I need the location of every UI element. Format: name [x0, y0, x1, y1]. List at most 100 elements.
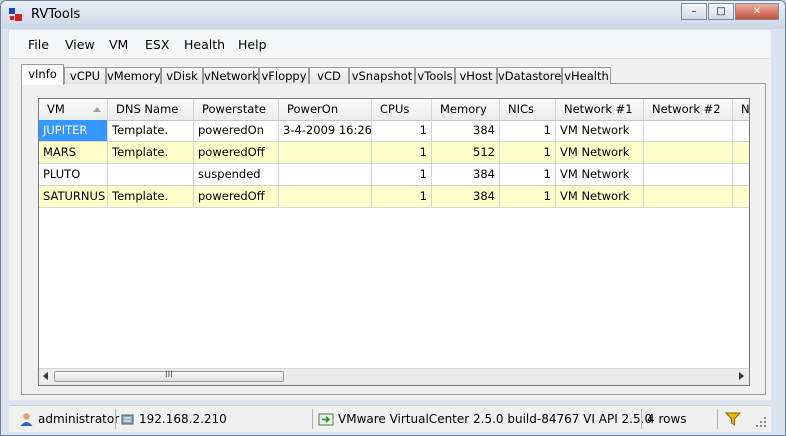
close-icon: ✕: [752, 5, 762, 17]
cell-dns-name[interactable]: Template.: [108, 186, 194, 208]
status-user: administrator: [19, 409, 119, 429]
column-header-network-2[interactable]: Network #2: [644, 99, 733, 120]
cell-powerstate[interactable]: poweredOff: [194, 186, 279, 208]
cell-network-3[interactable]: [733, 164, 749, 186]
tab-vcpu[interactable]: vCPU: [64, 67, 106, 84]
status-row-count: 4 rows: [647, 412, 687, 426]
cell-dns-name[interactable]: [108, 164, 194, 186]
server-icon: [121, 414, 134, 425]
cell-nics[interactable]: 1: [500, 164, 556, 186]
cell-powerstate[interactable]: suspended: [194, 164, 279, 186]
cell-network-2[interactable]: [644, 164, 733, 186]
vinfo-grid[interactable]: VM DNS Name Powerstate PowerOn CPUs Memo…: [38, 98, 750, 386]
tab-vnetwork[interactable]: vNetwork: [203, 67, 259, 84]
table-row[interactable]: JUPITERTemplate.poweredOn3-4-2009 16:26:…: [39, 120, 749, 142]
tab-vfloppy[interactable]: vFloppy: [259, 67, 309, 84]
table-row[interactable]: SATURNUS Template. poweredOff 1 384 1 VM Netwo…: [39, 186, 749, 208]
column-header-vm[interactable]: VM: [39, 99, 108, 120]
menu-bar: File View VM ESX Health Help: [9, 30, 769, 59]
title-bar[interactable]: RVTools – □ ✕: [1, 1, 785, 29]
filter-icon[interactable]: [725, 411, 741, 427]
cell-nics[interactable]: 1: [500, 142, 556, 164]
tab-vdatastore[interactable]: vDatastore: [497, 67, 562, 84]
minimize-button[interactable]: –: [681, 3, 707, 20]
cell-nics[interactable]: 1: [500, 120, 556, 142]
cell-cpus[interactable]: 1: [372, 120, 432, 142]
cell-network-1[interactable]: VM Network: [556, 142, 644, 164]
column-header-network-1[interactable]: Network #1: [556, 99, 644, 120]
column-header-powerstate[interactable]: Powerstate: [194, 99, 279, 120]
status-divider: [641, 409, 642, 429]
status-server: VMware VirtualCenter 2.5.0 build-84767 V…: [318, 409, 652, 429]
menu-esx[interactable]: ESX: [145, 37, 169, 52]
tab-vsnapshot[interactable]: vSnapshot: [349, 67, 415, 84]
status-host: 192.168.2.210: [120, 409, 227, 429]
cell-network-1[interactable]: VM Network: [556, 120, 644, 142]
cell-powerstate[interactable]: poweredOn: [194, 120, 279, 142]
tab-vhost[interactable]: vHost: [455, 67, 497, 84]
table-row[interactable]: MARS Template. poweredOff 1 512 1 VM Network: [39, 142, 749, 164]
scroll-right-icon[interactable]: [739, 372, 744, 380]
column-header-poweron[interactable]: PowerOn: [279, 99, 372, 120]
cell-network-2[interactable]: [644, 142, 733, 164]
client-area: File View VM ESX Health Help vInfo vCPU …: [9, 30, 771, 400]
scrollbar-thumb[interactable]: III: [54, 370, 284, 382]
maximize-button[interactable]: □: [708, 3, 734, 20]
cell-memory[interactable]: 512: [432, 142, 500, 164]
menu-health[interactable]: Health: [184, 37, 225, 52]
column-header-dns-name[interactable]: DNS Name: [108, 99, 194, 120]
cell-poweron[interactable]: [279, 142, 372, 164]
tab-vinfo[interactable]: vInfo: [21, 64, 64, 85]
close-button[interactable]: ✕: [735, 3, 779, 20]
resize-grip-icon[interactable]: [755, 416, 767, 428]
status-divider: [312, 409, 313, 429]
column-header-network-3[interactable]: Ne: [733, 99, 749, 120]
tab-vtools[interactable]: vTools: [415, 67, 455, 84]
cell-network-1[interactable]: VM Network: [556, 186, 644, 208]
cell-poweron[interactable]: [279, 186, 372, 208]
tab-vhealth[interactable]: vHealth: [562, 67, 611, 84]
cell-network-3[interactable]: [733, 142, 749, 164]
cell-vm[interactable]: SATURNUS: [39, 186, 108, 208]
sort-ascending-icon: [93, 107, 101, 112]
scrollbar-grip: III: [165, 370, 173, 380]
cell-cpus[interactable]: 1: [372, 164, 432, 186]
connection-icon: [318, 413, 334, 426]
cell-powerstate[interactable]: poweredOff: [194, 142, 279, 164]
cell-vm[interactable]: PLUTO: [39, 164, 108, 186]
menu-view[interactable]: View: [65, 37, 95, 52]
cell-dns-name[interactable]: Template.: [108, 142, 194, 164]
window-controls: – □ ✕: [680, 3, 779, 20]
cell-vm[interactable]: JUPITER: [39, 120, 108, 142]
status-bar: administrator 192.168.2.210 VMware Virtu…: [9, 405, 771, 432]
tab-vcd[interactable]: vCD: [309, 67, 349, 84]
column-header-nics[interactable]: NICs: [500, 99, 556, 120]
column-header-cpus[interactable]: CPUs: [372, 99, 432, 120]
cell-nics[interactable]: 1: [500, 186, 556, 208]
column-header-memory[interactable]: Memory: [432, 99, 500, 120]
cell-network-2[interactable]: [644, 120, 733, 142]
cell-cpus[interactable]: 1: [372, 142, 432, 164]
cell-network-1[interactable]: VM Network: [556, 164, 644, 186]
tab-vdisk[interactable]: vDisk: [161, 67, 203, 84]
user-icon: [20, 413, 33, 426]
cell-poweron[interactable]: [279, 164, 372, 186]
cell-dns-name[interactable]: Template.: [108, 120, 194, 142]
horizontal-scrollbar[interactable]: III: [39, 368, 749, 385]
menu-help[interactable]: Help: [238, 37, 267, 52]
cell-network-3[interactable]: [733, 186, 749, 208]
menu-vm[interactable]: VM: [109, 37, 128, 52]
cell-cpus[interactable]: 1: [372, 186, 432, 208]
cell-memory[interactable]: 384: [432, 164, 500, 186]
tab-vmemory[interactable]: vMemory: [106, 67, 161, 84]
cell-vm[interactable]: MARS: [39, 142, 108, 164]
cell-memory[interactable]: 384: [432, 186, 500, 208]
menu-file[interactable]: File: [28, 37, 49, 52]
table-row[interactable]: PLUTO suspended 1 384 1 VM Network: [39, 164, 749, 186]
cell-network-3[interactable]: [733, 120, 749, 142]
cell-poweron[interactable]: 3-4-2009 16:26:16: [279, 120, 372, 142]
rvtools-app-icon: [9, 8, 22, 21]
cell-network-2[interactable]: [644, 186, 733, 208]
scroll-left-icon[interactable]: [43, 372, 48, 380]
cell-memory[interactable]: 384: [432, 120, 500, 142]
